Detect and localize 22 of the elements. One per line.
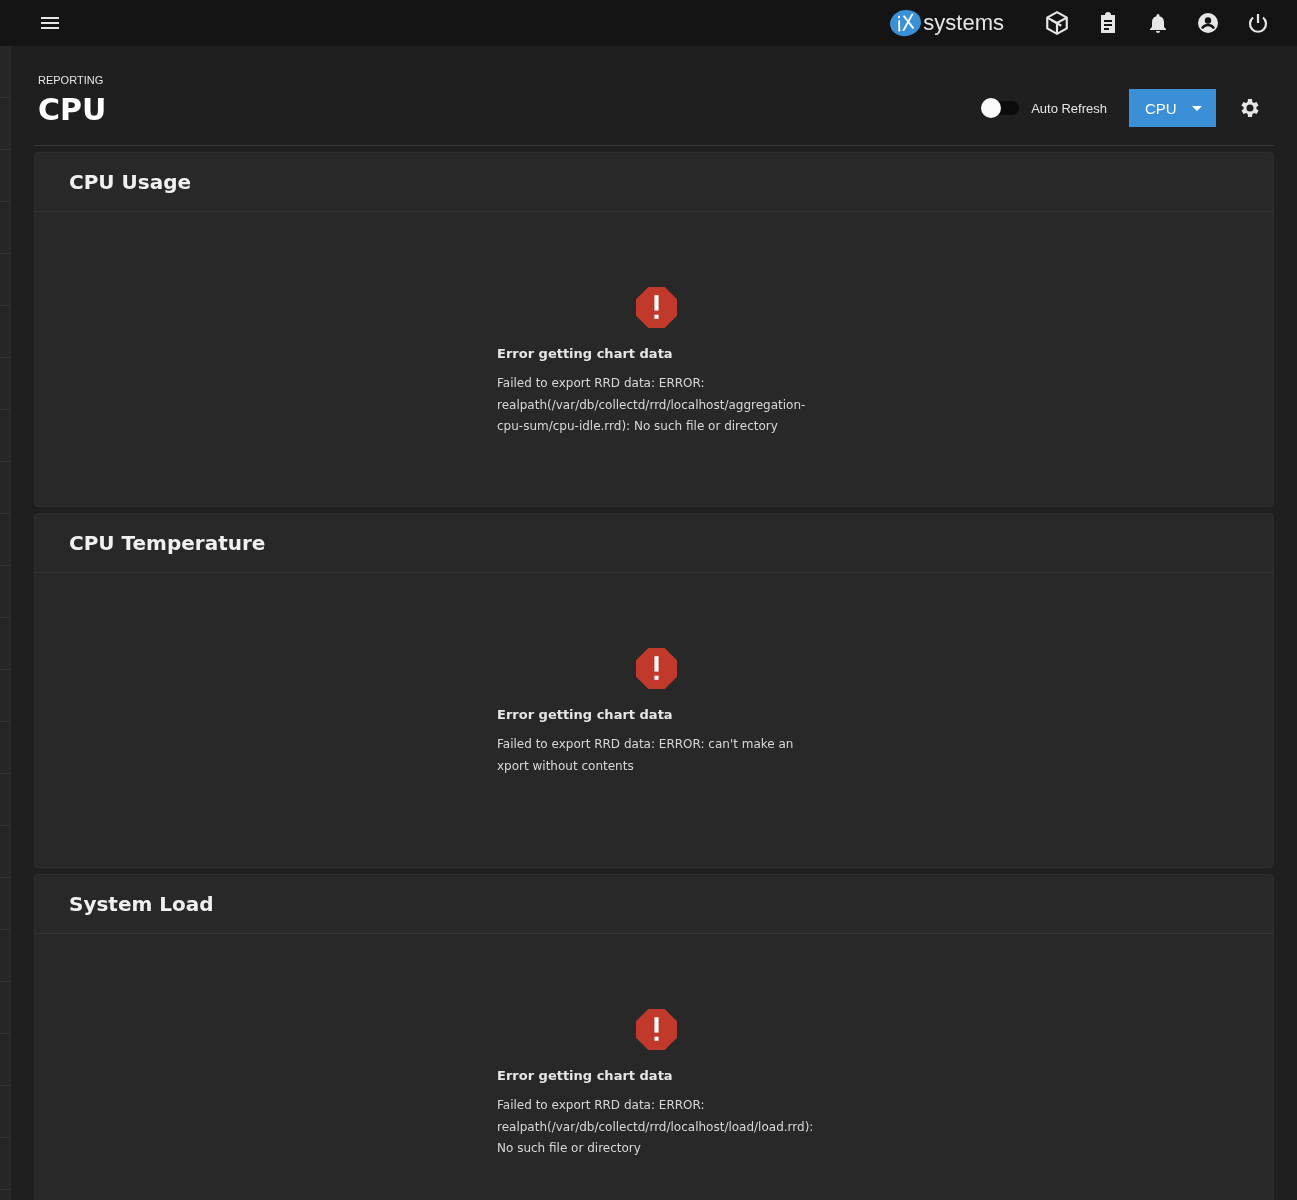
card-title: System Load [69,892,214,916]
card-title: CPU Temperature [69,531,266,555]
caret-icon [1192,105,1202,111]
page-title: CPU [38,92,107,127]
error-heading: Error getting chart data [497,346,674,361]
error-heading: Error getting chart data [497,707,674,722]
breadcrumb: REPORTING [38,74,105,86]
error-message: Failed to export RRD data: ERROR: realpath(/var/db/collectd/rrd/localhost/load/load.rrd): No such file or directory [497,1097,815,1157]
power-icon[interactable] [1246,11,1270,35]
error-icon [635,287,677,328]
cube-icon[interactable] [1044,10,1070,36]
error-icon [635,648,677,689]
card-title: CPU Usage [69,170,192,194]
logo-wordmark: systems [923,10,1004,36]
report-dropdown[interactable]: CPU [1129,89,1216,127]
toggle-label: Auto Refresh [1031,100,1107,116]
error-icon [635,1009,677,1050]
auto-refresh-toggle[interactable] [983,101,1020,115]
error-heading: Error getting chart data [497,1068,674,1083]
error-message: Failed to export RRD data: ERROR: can't make an xport without contents [497,736,795,775]
error-message: Failed to export RRD data: ERROR: realpath(/var/db/collectd/rrd/localhost/aggregation-cpu-sum/cpu-idle.rrd): No such file or directory [497,375,807,435]
account-icon[interactable] [1196,11,1220,35]
